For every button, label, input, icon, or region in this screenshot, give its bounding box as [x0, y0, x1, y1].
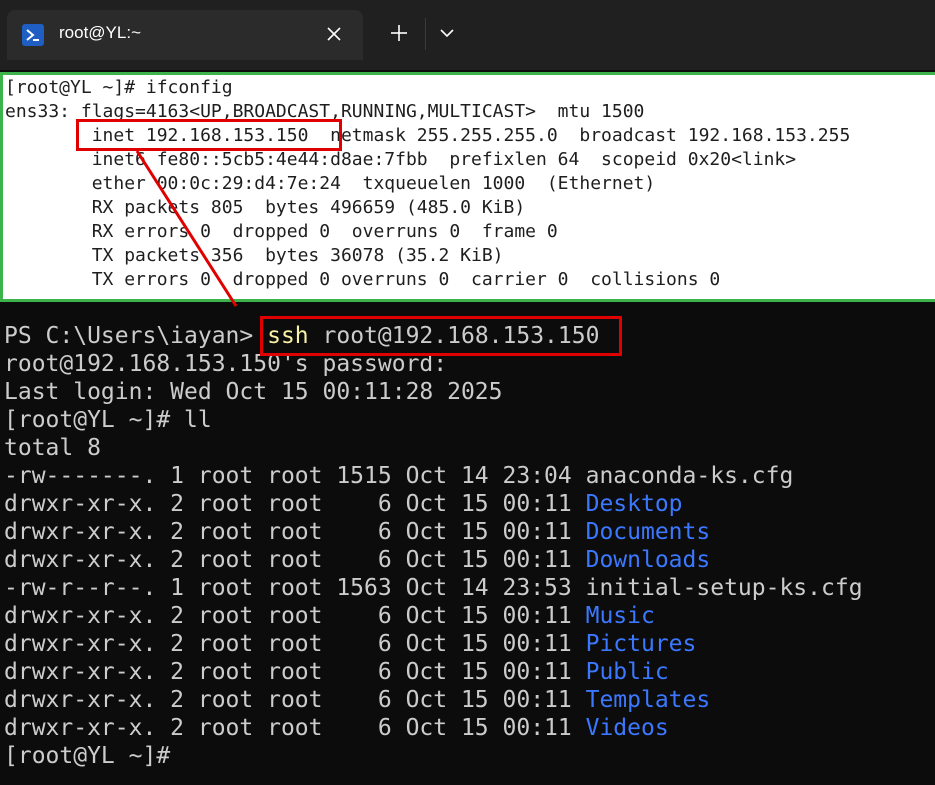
listing-meta: -rw-------. 1 root root 1515 Oct 14 23:0… — [4, 463, 586, 489]
inset-line: RX packets 805 bytes 496659 (485.0 KiB) — [5, 197, 526, 218]
inset-line: ens33: flags=4163<UP,BROADCAST,RUNNING,M… — [5, 101, 645, 122]
inset-line: TX errors 0 dropped 0 overruns 0 carrier… — [5, 269, 721, 290]
listing-meta: drwxr-xr-x. 2 root root 6 Oct 15 00:11 — [4, 659, 586, 685]
last-login-line: Last login: Wed Oct 15 00:11:28 2025 — [4, 379, 503, 405]
inset-line: ether 00:0c:29:d4:7e:24 txqueuelen 1000 … — [5, 173, 656, 194]
listing-row: drwxr-xr-x. 2 root root 6 Oct 15 00:11 D… — [4, 490, 683, 518]
directory-name: Downloads — [585, 547, 711, 573]
listing-row: drwxr-xr-x. 2 root root 6 Oct 15 00:11 D… — [4, 546, 710, 574]
listing-row: drwxr-xr-x. 2 root root 6 Oct 15 00:11 P… — [4, 630, 696, 658]
plus-icon[interactable] — [387, 21, 411, 45]
ps-prompt: PS C:\Users\iayan> — [4, 323, 268, 349]
listing-meta: -rw-r--r--. 1 root root 1563 Oct 14 23:5… — [4, 575, 586, 601]
tab-title: root@YL:~ — [59, 23, 141, 42]
ssh-command-word: ssh — [267, 323, 309, 349]
final-prompt: [root@YL ~]# — [4, 743, 171, 769]
directory-name: Public — [585, 659, 669, 685]
listing-row: drwxr-xr-x. 2 root root 6 Oct 15 00:11 V… — [4, 714, 669, 742]
ssh-command-args: root@192.168.153.150 — [308, 323, 600, 349]
total-line: total 8 — [4, 435, 101, 461]
listing-row: -rw-------. 1 root root 1515 Oct 14 23:0… — [4, 462, 793, 490]
file-name: initial-setup-ks.cfg — [585, 575, 863, 601]
inset-line: [root@YL ~]# ifconfig — [5, 77, 233, 98]
listing-meta: drwxr-xr-x. 2 root root 6 Oct 15 00:11 — [4, 687, 586, 713]
directory-name: Desktop — [585, 491, 683, 517]
tab-divider — [425, 18, 426, 50]
directory-name: Pictures — [585, 631, 697, 657]
terminal-output[interactable]: PS C:\Users\iayan> ssh root@192.168.153.… — [0, 304, 935, 785]
listing-row: drwxr-xr-x. 2 root root 6 Oct 15 00:11 T… — [4, 686, 710, 714]
directory-name: Documents — [585, 519, 711, 545]
directory-name: Music — [585, 603, 655, 629]
inset-line: inet6 fe80::5cb5:4e44:d8ae:7fbb prefixle… — [5, 149, 797, 170]
listing-meta: drwxr-xr-x. 2 root root 6 Oct 15 00:11 — [4, 547, 586, 573]
ssh-command-line: PS C:\Users\iayan> ssh root@192.168.153.… — [4, 322, 599, 350]
listing-meta: drwxr-xr-x. 2 root root 6 Oct 15 00:11 — [4, 603, 586, 629]
listing-meta: drwxr-xr-x. 2 root root 6 Oct 15 00:11 — [4, 715, 586, 741]
listing-meta: drwxr-xr-x. 2 root root 6 Oct 15 00:11 — [4, 631, 586, 657]
inset-line: RX errors 0 dropped 0 overruns 0 frame 0 — [5, 221, 558, 242]
directory-name: Templates — [585, 687, 711, 713]
ll-command-line: [root@YL ~]# ll — [4, 407, 212, 433]
inset-line: TX packets 356 bytes 36078 (35.2 KiB) — [5, 245, 504, 266]
file-name: anaconda-ks.cfg — [585, 463, 794, 489]
listing-meta: drwxr-xr-x. 2 root root 6 Oct 15 00:11 — [4, 519, 586, 545]
password-prompt: root@192.168.153.150's password: — [4, 351, 448, 377]
powershell-icon — [22, 24, 44, 46]
listing-row: -rw-r--r--. 1 root root 1563 Oct 14 23:5… — [4, 574, 863, 602]
chevron-down-icon[interactable] — [435, 21, 459, 45]
listing-row: drwxr-xr-x. 2 root root 6 Oct 15 00:11 M… — [4, 602, 655, 630]
inset-line: inet 192.168.153.150 netmask 255.255.255… — [5, 125, 851, 146]
tab-root-yl[interactable]: root@YL:~ — [7, 10, 363, 60]
listing-row: drwxr-xr-x. 2 root root 6 Oct 15 00:11 D… — [4, 518, 710, 546]
listing-row: drwxr-xr-x. 2 root root 6 Oct 15 00:11 P… — [4, 658, 669, 686]
title-bar: root@YL:~ — [0, 0, 935, 70]
directory-name: Videos — [585, 715, 669, 741]
close-icon[interactable] — [322, 22, 346, 46]
ifconfig-screenshot: [root@YL ~]# ifconfig ens33: flags=4163<… — [0, 72, 935, 302]
listing-meta: drwxr-xr-x. 2 root root 6 Oct 15 00:11 — [4, 491, 586, 517]
